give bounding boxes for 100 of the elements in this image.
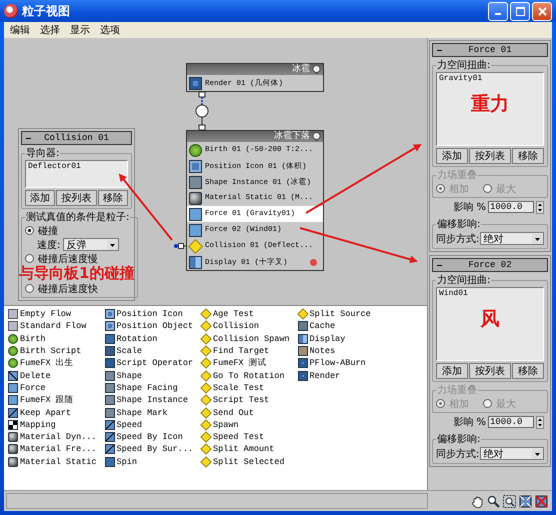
radio-label: 最大 [496,398,516,410]
depot-label[interactable]: FumeFX 跟随 [20,394,74,406]
radio-button[interactable] [25,284,34,293]
shape-icon [104,408,115,418]
zoom-region-icon[interactable] [503,494,516,508]
depot-label[interactable]: Split Selected [213,456,284,467]
depot-label[interactable]: Standard Flow [20,321,86,332]
by-list-button[interactable]: 按列表 [469,363,511,379]
depot-label[interactable]: Send Out [213,408,254,418]
list-box[interactable]: Deflector01 [25,160,128,188]
depot-label[interactable]: Collision [213,321,259,332]
depot-label[interactable]: Age Test [213,309,254,320]
depot-label[interactable]: Shape [116,370,142,381]
depot-label[interactable]: Shape Mark [116,408,168,418]
caret-icon[interactable] [532,234,543,244]
depot-label[interactable]: Find Target [213,346,270,356]
add-button[interactable]: 添加 [25,190,56,206]
menu-item[interactable]: 显示 [70,23,90,37]
depot-label[interactable]: Split Source [310,309,371,320]
radio-button[interactable] [483,399,492,408]
depot-label[interactable]: Speed [116,420,142,430]
radio-button[interactable] [25,226,34,235]
depot-label[interactable]: Delete [20,370,51,381]
add-button[interactable]: 添加 [436,363,468,379]
radio-button[interactable] [483,184,492,193]
depot-label[interactable]: Notes [310,346,336,356]
depot-label[interactable]: Cache [310,321,336,332]
depot-label[interactable]: Material Static [20,456,97,467]
depot-label[interactable]: PFlow-ABurn [310,358,366,368]
radio-button[interactable] [436,399,445,408]
depot-label[interactable]: Collision Spawn [213,334,290,344]
depot-label[interactable]: Force [20,382,46,393]
by-list-button[interactable]: 按列表 [469,148,511,164]
dropdown[interactable]: 绝对 [480,232,544,245]
minimize-button[interactable] [488,2,508,20]
depot-label[interactable]: Position Icon [116,309,183,320]
list-item[interactable]: Deflector01 [28,162,81,171]
maximize-button[interactable] [510,2,530,20]
depot-label[interactable]: Empty Flow [20,309,72,320]
remove-button[interactable]: 移除 [512,148,544,164]
depot-label[interactable]: Display [310,334,346,344]
list-box[interactable]: Gravity01 重力 [436,72,544,146]
group-label: 力场重叠 [436,168,478,182]
input-field[interactable]: 1000.0 [488,416,534,428]
depot-label[interactable]: FumeFX 测试 [213,357,267,370]
radio-button[interactable] [436,184,445,193]
depot-label[interactable]: Birth Script [20,346,82,356]
depot-label[interactable]: Scale [116,346,142,356]
depot-label[interactable]: Mapping [20,420,56,430]
caret-icon[interactable] [532,448,543,458]
force-icon [8,395,18,406]
field-label: 影响 % [453,201,486,214]
zoom-icon[interactable] [487,494,500,508]
dropdown[interactable]: 绝对 [480,447,544,460]
spinner-icon[interactable] [536,200,544,214]
spinner-icon[interactable] [536,416,544,428]
list-item[interactable]: Gravity01 [439,74,482,83]
depot-label[interactable]: Go To Rotation [213,370,284,381]
depot-label[interactable]: Birth [20,334,46,344]
caret-icon[interactable] [107,240,118,250]
depot-label[interactable]: Scale Test [213,382,264,393]
remove-button[interactable]: 移除 [512,363,544,379]
rollout-header[interactable]: Force 02 [432,258,548,272]
pan-hand-icon[interactable] [471,494,484,508]
depot-label[interactable]: Material Dyn... [20,432,97,442]
radio-label: 碰撞后速度快 [38,282,98,296]
menu-item[interactable]: 选择 [40,23,60,37]
depot-label[interactable]: Spawn [213,420,239,430]
list-item[interactable]: Wind01 [439,289,468,298]
by-list-button[interactable]: 按列表 [56,190,97,206]
dropdown[interactable]: 反弹 [63,238,120,251]
light-bulb-icon[interactable] [312,65,321,74]
no-zoom-icon[interactable] [535,494,548,508]
depot-label[interactable]: Rotation [116,334,158,344]
depot-label[interactable]: Speed By Icon [116,432,183,442]
rollout-header[interactable]: Force 01 [432,43,548,57]
depot-label[interactable]: Script Test [213,395,270,406]
depot-label[interactable]: Split Amount [213,444,274,454]
depot-label[interactable]: Spin [116,456,137,467]
list-box[interactable]: Wind01 风 [436,287,544,361]
depot-label[interactable]: Material Fre... [20,444,97,454]
zoom-extents-icon[interactable] [519,494,532,508]
depot-label[interactable]: Keep Apart [20,408,72,418]
depot-label[interactable]: Shape Instance [116,395,188,406]
depot-label[interactable]: Render [310,370,340,381]
depot-label[interactable]: Script Operator [116,358,194,368]
menu-item[interactable]: 编辑 [10,23,30,37]
rollout-header[interactable]: Collision 01 [21,131,132,145]
radio-button[interactable] [25,254,34,263]
depot-label[interactable]: Speed Test [213,432,264,442]
light-bulb-icon[interactable] [312,132,321,141]
depot-label[interactable]: Speed By Sur... [116,444,194,454]
input-field[interactable]: 1000.0 [488,201,534,213]
menu-item[interactable]: 选项 [100,23,120,37]
close-button[interactable] [532,2,552,20]
depot-label[interactable]: FumeFX 出生 [20,357,74,370]
remove-button[interactable]: 移除 [98,190,128,206]
depot-label[interactable]: Shape Facing [116,382,178,393]
add-button[interactable]: 添加 [436,148,468,164]
depot-label[interactable]: Position Object [116,321,194,332]
